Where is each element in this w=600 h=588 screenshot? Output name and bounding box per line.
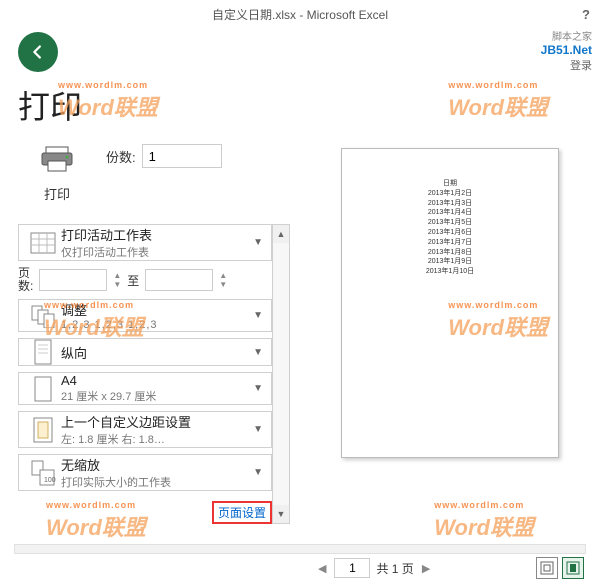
help-icon[interactable]: ?	[582, 7, 590, 22]
print-button[interactable]: 打印	[18, 138, 96, 210]
paper-title: A4	[61, 373, 251, 388]
chevron-down-icon: ▼	[251, 347, 265, 358]
paper-dropdown[interactable]: A4 21 厘米 x 29.7 厘米 ▼	[18, 372, 272, 405]
print-button-label: 打印	[44, 184, 70, 203]
page-range-row: 页 数: ▲▼ 至 ▲▼	[18, 267, 272, 293]
page-from-input[interactable]	[39, 269, 107, 291]
chevron-down-icon: ▲▼	[219, 271, 227, 289]
chevron-down-icon: ▲▼	[113, 271, 121, 289]
scroll-track[interactable]	[273, 243, 289, 505]
window-title: 自定义日期.xlsx - Microsoft Excel	[212, 6, 388, 23]
print-what-dropdown[interactable]: 打印活动工作表 仅打印活动工作表 ▼	[18, 224, 272, 261]
collation-seq: 1,2,3 1,2,3 1,2,3	[61, 319, 251, 331]
page-to-label: 至	[127, 272, 139, 289]
zoom-to-page-button[interactable]	[562, 557, 584, 579]
margins-title: 上一个自定义边距设置	[61, 412, 251, 431]
scroll-up-icon[interactable]: ▲	[273, 225, 289, 243]
show-margins-button[interactable]	[536, 557, 558, 579]
print-preview: 日期2013年1月2日2013年1月3日2013年1月4日2013年1月5日20…	[310, 138, 590, 548]
collation-title: 调整	[61, 300, 251, 319]
margins-sub: 左: 1.8 厘米 右: 1.8…	[61, 431, 251, 447]
margins-view-icon	[540, 561, 554, 575]
paper-icon	[25, 376, 61, 402]
svg-text:100: 100	[44, 477, 56, 484]
page-setup-highlight: 页面设置	[212, 501, 272, 524]
prev-page-button[interactable]: ◀	[316, 562, 328, 575]
scaling-icon: 100	[25, 460, 61, 486]
page-total-label: 共 1 页	[376, 560, 413, 577]
page-setup-link[interactable]: 页面设置	[218, 506, 266, 520]
watermark-jb: JB51.Net	[541, 43, 592, 57]
chevron-down-icon: ▼	[251, 237, 265, 248]
site-watermark: 脚本之家 JB51.Net 登录	[541, 28, 592, 73]
page-title: 打印	[18, 82, 600, 128]
chevron-down-icon: ▼	[251, 424, 265, 435]
preview-sheet: 日期2013年1月2日2013年1月3日2013年1月4日2013年1月5日20…	[341, 148, 559, 458]
arrow-left-icon	[27, 41, 49, 63]
pages-label-2: 数:	[18, 280, 33, 293]
scaling-dropdown[interactable]: 100 无缩放 打印实际大小的工作表 ▼	[18, 454, 272, 491]
scroll-down-icon[interactable]: ▼	[273, 505, 289, 523]
printer-icon	[40, 145, 74, 180]
chevron-down-icon: ▼	[251, 467, 265, 478]
margins-dropdown[interactable]: 上一个自定义边距设置 左: 1.8 厘米 右: 1.8… ▼	[18, 411, 272, 448]
back-button[interactable]	[18, 32, 58, 72]
copies-input[interactable]	[142, 144, 222, 168]
scaling-sub: 打印实际大小的工作表	[61, 474, 251, 490]
collation-dropdown[interactable]: 调整 1,2,3 1,2,3 1,2,3 ▼	[18, 299, 272, 332]
portrait-icon	[25, 339, 61, 365]
settings-scrollbar[interactable]: ▲ ▼	[272, 224, 290, 524]
preview-content: 日期2013年1月2日2013年1月3日2013年1月4日2013年1月5日20…	[362, 179, 538, 277]
orientation-dropdown[interactable]: 纵向 ▼	[18, 338, 272, 366]
page-to-input[interactable]	[145, 269, 213, 291]
bottom-scrollbar[interactable]	[0, 544, 600, 554]
print-what-sub: 仅打印活动工作表	[61, 244, 251, 260]
scaling-title: 无缩放	[61, 455, 251, 474]
login-link[interactable]: 登录	[541, 57, 592, 73]
chevron-down-icon: ▼	[251, 383, 265, 394]
chevron-down-icon: ▼	[251, 310, 265, 321]
watermark-sub: 脚本之家	[541, 28, 592, 43]
print-what-title: 打印活动工作表	[61, 225, 251, 244]
title-bar: 自定义日期.xlsx - Microsoft Excel ?	[0, 0, 600, 28]
collate-icon	[25, 304, 61, 328]
page-number-input[interactable]	[334, 558, 370, 578]
sheets-icon	[25, 232, 61, 254]
orientation-title: 纵向	[61, 343, 251, 362]
copies-label: 份数:	[106, 147, 136, 166]
zoom-page-icon	[566, 561, 580, 575]
paper-sub: 21 厘米 x 29.7 厘米	[61, 388, 251, 404]
margins-icon	[25, 417, 61, 443]
next-page-button[interactable]: ▶	[420, 562, 432, 575]
